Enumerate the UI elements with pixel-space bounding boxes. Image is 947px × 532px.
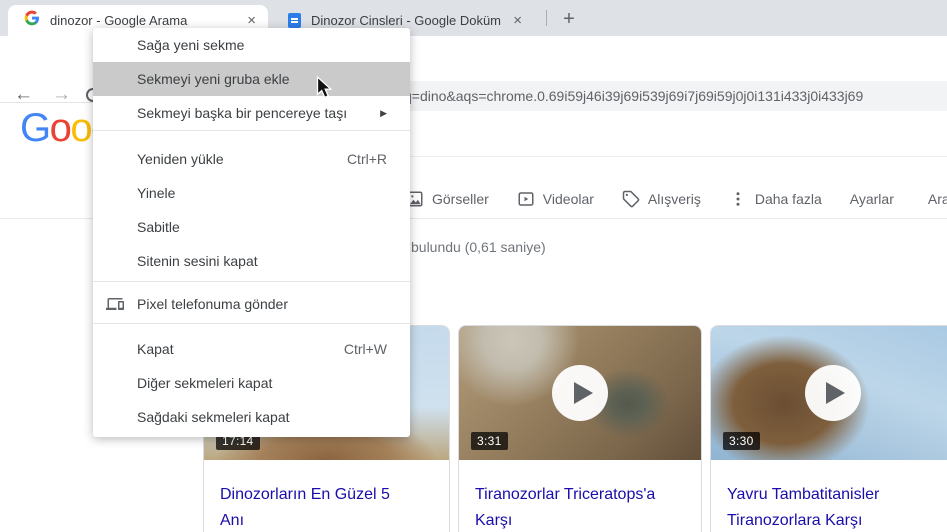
menu-item-sabitle[interactable]: Sabitle: [93, 210, 410, 244]
logo-letter: o: [49, 106, 72, 150]
tab-title: dinozor - Google Arama: [50, 13, 188, 28]
menu-item-label: Yinele: [137, 185, 176, 201]
menu-item-label: Sekmeyi yeni gruba ekle: [137, 71, 290, 87]
video-title[interactable]: Tiranozorlar Triceratops'a Karşı: [459, 460, 675, 532]
menu-item-label: Diğer sekmeleri kapat: [137, 375, 273, 391]
menu-item-label: Sitenin sesini kapat: [137, 253, 258, 269]
menu-item-label: Kapat: [137, 341, 174, 357]
logo-letter: G: [20, 106, 51, 150]
video-duration: 3:30: [723, 432, 760, 450]
tab-divider: [546, 10, 547, 26]
video-duration: 3:31: [471, 432, 508, 450]
menu-item-diger-sekmeleri-kapat[interactable]: Diğer sekmeleri kapat: [93, 366, 410, 400]
nav-araclar[interactable]: Ara: [928, 191, 947, 207]
tag-icon: [622, 190, 640, 208]
nav-gorseller[interactable]: Görseller: [406, 190, 489, 208]
nav-label: Alışveriş: [647, 191, 701, 207]
menu-item-label: Yeniden yükle: [137, 151, 224, 167]
devices-icon: [106, 295, 124, 316]
menu-item-label: Sabitle: [137, 219, 180, 235]
tab-close-icon[interactable]: ×: [509, 13, 526, 28]
menu-item-kapat[interactable]: Kapat Ctrl+W: [93, 332, 410, 366]
menu-item-yeniden-yukle[interactable]: Yeniden yükle Ctrl+R: [93, 142, 410, 176]
video-card[interactable]: 3:30 Yavru Tambatitanisler Tiranozorlara…: [710, 325, 947, 532]
search-box-edge: [410, 156, 947, 157]
nav-label: Videolar: [542, 191, 594, 207]
forward-icon[interactable]: →: [52, 84, 71, 106]
menu-item-label: Sekmeyi başka bir pencereye taşı: [137, 105, 348, 121]
tab-close-icon[interactable]: ×: [243, 13, 260, 28]
browser-window: dinozor - Google Arama × Dinozor Cinsler…: [0, 0, 947, 532]
menu-shortcut: Ctrl+R: [346, 151, 387, 167]
nav-label: Görseller: [432, 191, 489, 207]
video-thumbnail[interactable]: 3:31: [459, 326, 701, 460]
video-title[interactable]: Yavru Tambatitanisler Tiranozorlara Karş…: [711, 460, 927, 532]
nav-alisveris[interactable]: Alışveriş: [622, 190, 701, 208]
logo-letter: o: [70, 106, 92, 150]
menu-item-label: Sağdaki sekmeleri kapat: [137, 409, 290, 425]
back-icon[interactable]: ←: [14, 84, 33, 106]
submenu-arrow-icon: ▶: [380, 107, 387, 118]
menu-item-label: Pixel telefonuma gönder: [137, 296, 288, 312]
url-text[interactable]: q=dino&aqs=chrome.0.69i59j46i39j69i539j6…: [404, 88, 863, 104]
nav-daha-fazla[interactable]: Daha fazla: [729, 190, 822, 208]
google-g-favicon-icon: [24, 10, 40, 31]
menu-item-sekmeyi-baska-pencereye-tasi[interactable]: Sekmeyi başka bir pencereye taşı ▶: [93, 96, 410, 130]
menu-item-pixel-telefonuma-gonder[interactable]: Pixel telefonuma gönder: [93, 287, 410, 321]
nav-label: Ara: [927, 191, 947, 207]
menu-shortcut: Ctrl+W: [343, 341, 387, 357]
video-title[interactable]: Dinozorların En Güzel 5 Anı: [204, 460, 420, 532]
play-icon[interactable]: [552, 365, 608, 421]
more-vert-icon: [729, 190, 747, 208]
nav-ayarlar[interactable]: Ayarlar: [850, 191, 894, 207]
video-card[interactable]: 3:31 Tiranozorlar Triceratops'a Karşı: [458, 325, 702, 532]
google-docs-favicon-icon: [288, 13, 301, 28]
tab-context-menu: Sağa yeni sekme Sekmeyi yeni gruba ekle …: [93, 28, 410, 437]
video-thumbnail[interactable]: 3:30: [711, 326, 947, 460]
video-icon: [517, 190, 535, 208]
menu-item-sekmeyi-yeni-gruba-ekle[interactable]: Sekmeyi yeni gruba ekle: [93, 62, 410, 96]
menu-item-sitenin-sesini-kapat[interactable]: Sitenin sesini kapat: [93, 244, 410, 278]
tab-title: Dinozor Cinsleri - Google Doküm: [311, 13, 502, 28]
menu-item-sagdaki-sekmeleri-kapat[interactable]: Sağdaki sekmeleri kapat: [93, 400, 410, 434]
menu-item-yinele[interactable]: Yinele: [93, 176, 410, 210]
new-tab-button[interactable]: +: [556, 6, 582, 32]
nav-label: Daha fazla: [754, 191, 822, 207]
results-nav: Görseller Videolar Alışveriş Daha fazla …: [406, 184, 947, 214]
nav-videolar[interactable]: Videolar: [517, 190, 594, 208]
mouse-cursor: [316, 75, 336, 105]
play-icon[interactable]: [804, 365, 861, 421]
menu-item-label: Sağa yeni sekme: [137, 37, 245, 53]
menu-item-saga-yeni-sekme[interactable]: Sağa yeni sekme: [93, 28, 410, 62]
results-stats: bulundu (0,61 saniye): [411, 239, 546, 255]
nav-label: Ayarlar: [849, 191, 894, 207]
